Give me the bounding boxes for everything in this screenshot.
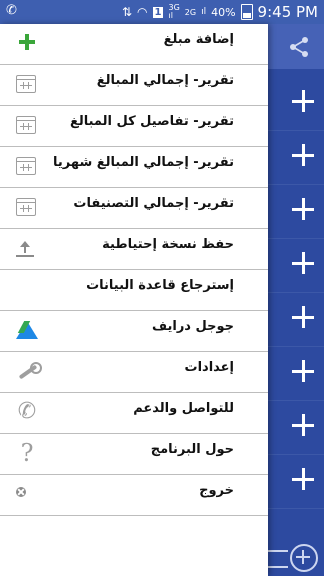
add-icon bbox=[16, 32, 38, 54]
menu-item-label: تقرير- إجمالي التصنيفات bbox=[73, 196, 234, 211]
menu-item-label: تقرير- إجمالي المبالغ شهريا bbox=[53, 155, 234, 170]
menu-item-label: للتواصل والدعم bbox=[133, 401, 234, 416]
status-bar: ✆ ⇅ ◠ 1 3G ıl 2G ıl 40% 9:45 PM bbox=[0, 0, 324, 24]
clock: 9:45 PM bbox=[257, 3, 318, 21]
background-row bbox=[266, 346, 324, 401]
menu-item-restore[interactable]: إسترجاع قاعدة البيانات bbox=[0, 270, 268, 311]
menu-item-label: إعدادات bbox=[184, 360, 235, 375]
calendar-icon bbox=[16, 75, 36, 93]
background-row bbox=[266, 130, 324, 185]
calendar-icon bbox=[16, 198, 36, 216]
upload-icon bbox=[16, 241, 34, 257]
question-icon: ? bbox=[20, 439, 34, 467]
battery-percent: 40% bbox=[211, 5, 236, 19]
menu-item-report-details[interactable]: تقرير- تفاصيل كل المبالغ bbox=[0, 106, 268, 147]
menu-item-exit[interactable]: خروج bbox=[0, 475, 268, 516]
battery-icon bbox=[240, 4, 253, 20]
menu-item-add-amount[interactable]: إضافة مبلغ bbox=[0, 24, 268, 65]
wifi-icon: ◠ bbox=[137, 5, 148, 19]
menu-item-label: إضافة مبلغ bbox=[163, 32, 234, 47]
menu-item-label: خروج bbox=[199, 483, 234, 498]
sim-badge: 1 bbox=[152, 6, 164, 18]
menu-item-label: تقرير- إجمالي المبالغ bbox=[96, 73, 234, 88]
menu-item-contact[interactable]: ✆ للتواصل والدعم bbox=[0, 393, 268, 434]
calendar-icon bbox=[16, 157, 36, 175]
menu-item-label: تقرير- تفاصيل كل المبالغ bbox=[69, 114, 234, 129]
navigation-drawer: إضافة مبلغ تقرير- إجمالي المبالغ تقرير- … bbox=[0, 24, 268, 576]
menu-item-report-total[interactable]: تقرير- إجمالي المبالغ bbox=[0, 65, 268, 106]
background-row bbox=[266, 76, 324, 131]
background-row bbox=[266, 454, 324, 509]
background-row bbox=[266, 400, 324, 455]
add-icon[interactable] bbox=[292, 198, 314, 220]
close-circle-icon bbox=[16, 487, 26, 497]
menu-item-label: إسترجاع قاعدة البيانات bbox=[86, 278, 234, 293]
menu-item-label: حفظ نسخة إحتياطية bbox=[102, 237, 234, 252]
vibrate-icon: ⇅ bbox=[121, 5, 133, 19]
add-icon[interactable] bbox=[292, 468, 314, 490]
signal-icon: ıl bbox=[201, 7, 207, 17]
whatsapp-notification-icon: ✆ bbox=[6, 3, 17, 18]
add-icon[interactable] bbox=[292, 90, 314, 112]
status-icons: ⇅ ◠ 1 3G ıl 2G ıl 40% 9:45 PM bbox=[122, 0, 318, 24]
list-icon[interactable] bbox=[268, 550, 288, 568]
menu-item-label: جوجل درايف bbox=[152, 319, 234, 334]
menu-item-google-drive[interactable]: جوجل درايف bbox=[0, 311, 268, 352]
menu-item-backup[interactable]: حفظ نسخة إحتياطية bbox=[0, 229, 268, 270]
menu-item-report-monthly[interactable]: تقرير- إجمالي المبالغ شهريا bbox=[0, 147, 268, 188]
add-icon[interactable] bbox=[292, 306, 314, 328]
network-2g: 2G bbox=[184, 7, 197, 17]
menu-item-about[interactable]: ? حول البرنامج bbox=[0, 434, 268, 475]
network-3g-signal: ıl bbox=[168, 11, 173, 20]
add-icon[interactable] bbox=[292, 144, 314, 166]
network-3g: 3G ıl bbox=[168, 4, 179, 20]
menu-item-settings[interactable]: إعدادات bbox=[0, 352, 268, 393]
add-circle-icon[interactable] bbox=[290, 544, 318, 572]
background-row bbox=[266, 238, 324, 293]
phone-icon: ✆ bbox=[17, 399, 37, 424]
menu-item-report-categories[interactable]: تقرير- إجمالي التصنيفات bbox=[0, 188, 268, 229]
google-drive-icon bbox=[16, 321, 38, 343]
menu-item-label: حول البرنامج bbox=[150, 442, 234, 457]
share-icon[interactable] bbox=[288, 36, 310, 58]
wrench-icon bbox=[16, 360, 42, 382]
add-icon[interactable] bbox=[292, 360, 314, 382]
add-icon[interactable] bbox=[292, 414, 314, 436]
background-row bbox=[266, 292, 324, 347]
add-icon[interactable] bbox=[292, 252, 314, 274]
background-row bbox=[266, 184, 324, 239]
calendar-icon bbox=[16, 116, 36, 134]
